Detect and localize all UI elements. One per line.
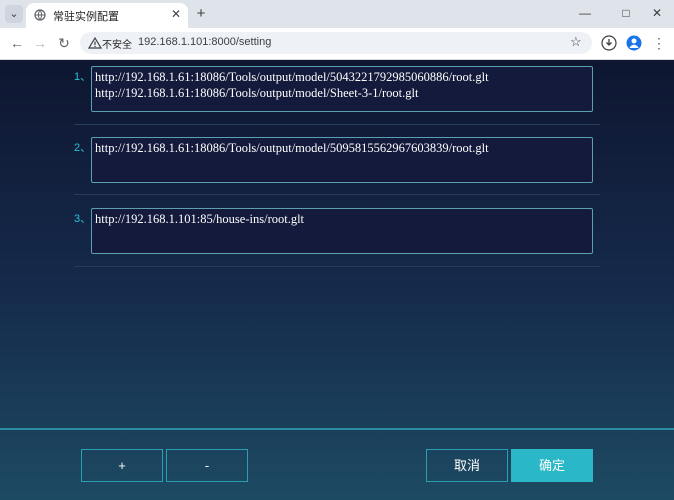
more-menu-icon[interactable]: ⋮ [650,34,668,52]
entry-divider [74,194,600,195]
url-text[interactable]: 192.168.1.101:8000/setting [138,36,271,48]
reload-icon[interactable]: ↻ [55,34,73,52]
new-tab-button[interactable]: + [192,5,210,23]
bookmark-star-icon[interactable]: ☆ [570,34,582,50]
entry-number: 1、 [74,71,92,83]
entry-number: 2、 [74,142,92,154]
close-tab-icon[interactable]: ✕ [168,6,184,22]
warning-icon [88,36,102,49]
close-window-icon[interactable]: ✕ [643,3,671,23]
browser-toolbar: ← → ↻ 不安全 192.168.1.101:8000/setting ☆ ⋮ [0,28,674,60]
footer-divider [0,428,674,430]
forward-arrow-icon[interactable]: → [31,34,49,52]
setting-page: 1、 http://192.168.1.61:18086/Tools/outpu… [0,60,674,500]
browser-tab[interactable]: 常驻实例配置 ✕ [26,3,188,28]
download-icon[interactable] [601,35,617,51]
confirm-button[interactable]: 确定 [511,449,593,482]
address-bar[interactable]: 不安全 192.168.1.101:8000/setting ☆ [80,32,592,54]
entry-divider [74,124,600,125]
add-entry-button[interactable]: + [81,449,163,482]
entry-divider [74,266,600,267]
remove-entry-button[interactable]: - [166,449,248,482]
security-label[interactable]: 不安全 [102,36,132,51]
url-textarea[interactable]: http://192.168.1.61:18086/Tools/output/m… [91,137,593,183]
chevron-down-icon: ⌄ [9,8,19,20]
profile-icon[interactable] [626,35,642,51]
tab-strip: ⌄ 常驻实例配置 ✕ + — □ ✕ [0,0,674,28]
minimize-icon[interactable]: — [571,3,599,23]
back-arrow-icon[interactable]: ← [8,34,26,52]
tab-search-button[interactable]: ⌄ [5,5,23,23]
maximize-icon[interactable]: □ [612,3,640,23]
url-textarea[interactable]: http://192.168.1.101:85/house-ins/root.g… [91,208,593,254]
entry-number: 3、 [74,213,92,225]
tab-title: 常驻实例配置 [53,11,119,23]
globe-icon [34,9,46,21]
cancel-button[interactable]: 取消 [426,449,508,482]
url-textarea[interactable]: http://192.168.1.61:18086/Tools/output/m… [91,66,593,112]
